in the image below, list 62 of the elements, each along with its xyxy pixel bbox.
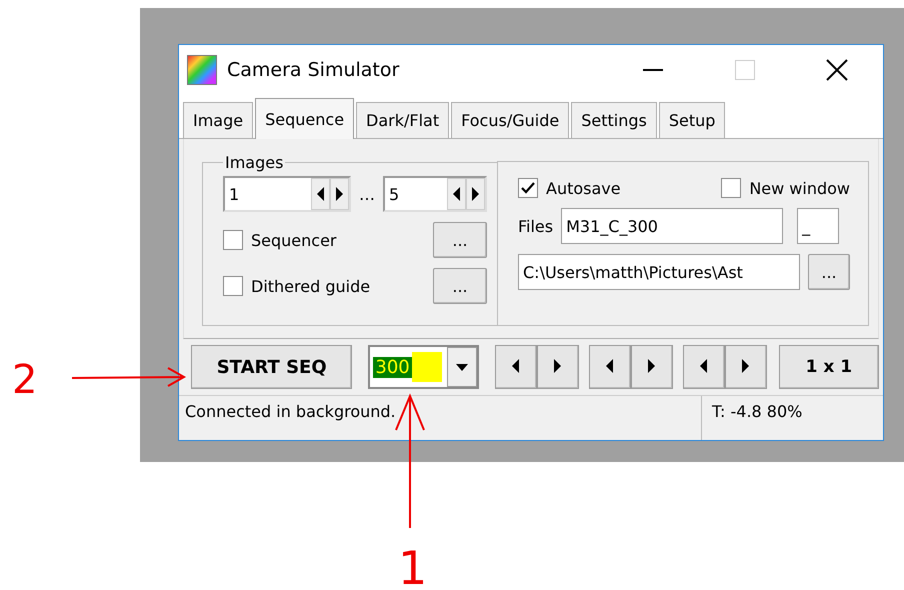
annotation-label: 2 <box>12 357 38 403</box>
left-button[interactable] <box>588 345 631 389</box>
minimize-icon <box>643 69 663 71</box>
highlight-mark <box>412 352 442 382</box>
close-icon <box>826 59 848 81</box>
increment-button[interactable] <box>466 178 485 210</box>
tab[interactable]: Setup <box>658 102 726 138</box>
annotation-label: 1 <box>398 541 428 590</box>
right-triangle-icon <box>554 358 562 372</box>
exposure-combo[interactable]: 300 <box>368 345 479 389</box>
separator-field[interactable]: _ <box>797 208 840 244</box>
tab[interactable]: Settings <box>571 102 657 138</box>
left-triangle-icon <box>453 187 460 201</box>
left-triangle-icon <box>606 358 614 372</box>
start-button[interactable]: START SEQ <box>191 345 352 389</box>
caret-icon <box>456 364 468 370</box>
tab[interactable]: Focus/Guide <box>451 102 570 138</box>
checkbox[interactable] <box>223 230 243 250</box>
temperature-status: T: -4.8 80% <box>711 401 804 423</box>
checkbox[interactable] <box>223 276 243 296</box>
range-separator: … <box>359 184 375 204</box>
status-message: Connected in background. <box>179 396 702 440</box>
left-triangle-icon <box>512 358 520 372</box>
left-button[interactable] <box>494 345 537 389</box>
path-field[interactable]: C:\Users\matth\Pictures\Ast <box>518 254 800 290</box>
checkmark-icon <box>521 182 535 194</box>
left-triangle-icon <box>700 358 708 372</box>
right-triangle-icon <box>742 358 750 372</box>
right-button[interactable] <box>724 345 767 389</box>
window-title: Camera Simulator <box>227 59 400 81</box>
right-triangle-icon <box>336 187 343 201</box>
tab[interactable]: Sequence <box>255 98 354 139</box>
increment-button[interactable] <box>330 178 349 210</box>
number-spinner[interactable]: 1 <box>223 176 351 212</box>
tab[interactable]: Image <box>183 102 254 138</box>
checkbox-label: Autosave <box>546 178 621 198</box>
checkbox-label: Sequencer <box>251 230 336 250</box>
field-label: Files <box>518 216 554 236</box>
checkbox-label: New window <box>749 178 850 198</box>
checkbox[interactable] <box>518 178 538 198</box>
dropdown-button[interactable] <box>446 347 477 387</box>
decrement-button[interactable] <box>311 178 330 210</box>
file-name-field[interactable]: M31_C_300 <box>561 208 784 244</box>
number-spinner[interactable]: 5 <box>383 176 487 212</box>
selected-text: 300 <box>373 356 412 378</box>
options-button[interactable]: ... <box>433 268 487 304</box>
maximize-icon <box>735 60 755 80</box>
left-button[interactable] <box>682 345 725 389</box>
tab[interactable]: Dark/Flat <box>356 102 450 138</box>
checkbox[interactable] <box>721 178 742 198</box>
checkbox-label: Dithered guide <box>251 276 370 296</box>
browse-button[interactable]: ... <box>808 254 850 290</box>
right-triangle-icon <box>472 187 479 201</box>
options-button[interactable]: ... <box>433 222 487 258</box>
app-icon <box>187 55 217 85</box>
right-triangle-icon <box>648 358 656 372</box>
binning-button[interactable]: 1 x 1 <box>778 345 879 389</box>
decrement-button[interactable] <box>447 178 466 210</box>
right-button[interactable] <box>536 345 579 389</box>
left-triangle-icon <box>317 187 324 201</box>
right-button[interactable] <box>630 345 673 389</box>
group-title: Images <box>224 153 284 172</box>
